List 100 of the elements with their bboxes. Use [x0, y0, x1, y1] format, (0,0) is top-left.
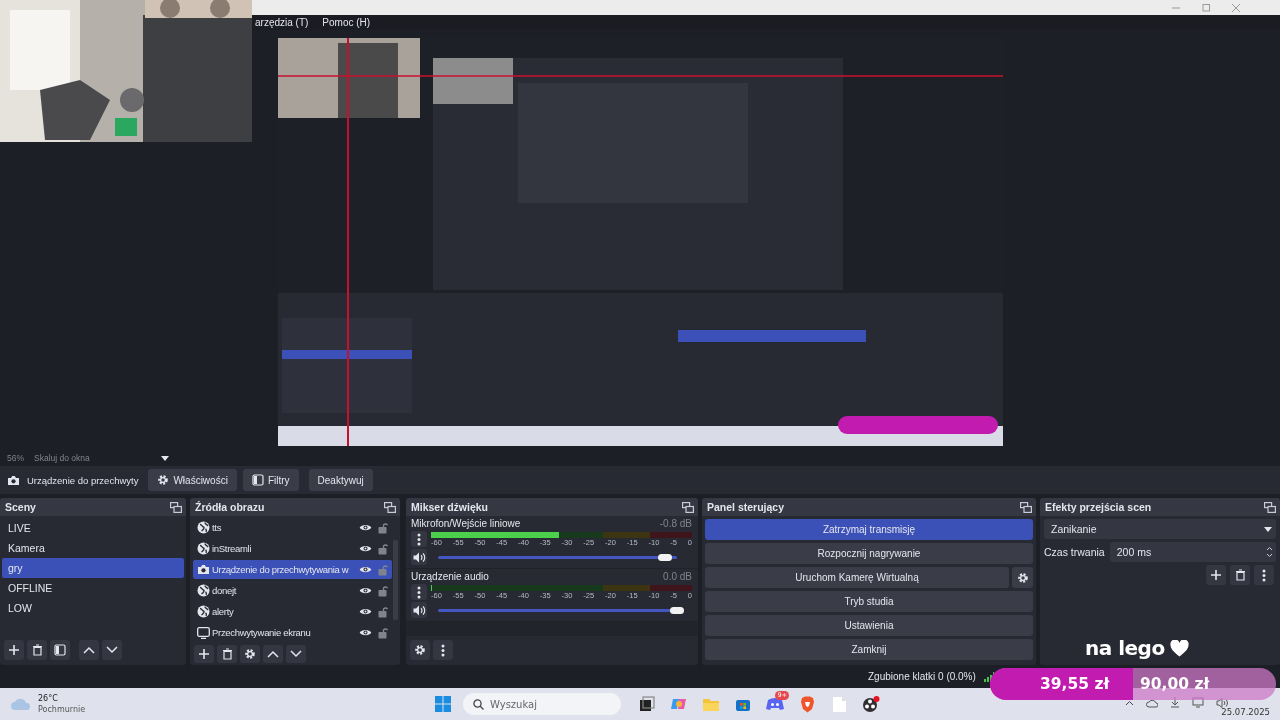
zoom-dropdown[interactable]: Skaluj do okna [34, 453, 169, 463]
signal-icon [983, 671, 994, 682]
move-up-button[interactable] [79, 640, 99, 660]
scrollbar[interactable] [393, 540, 398, 620]
channel-menu-button[interactable] [411, 584, 427, 600]
unlocked-icon[interactable] [378, 542, 388, 555]
start-icon[interactable] [435, 696, 451, 712]
window-stack-icon [639, 696, 655, 712]
move-down-button[interactable] [102, 640, 122, 660]
control-button[interactable]: Zatrzymaj transmisję [705, 519, 1033, 540]
properties-button[interactable] [240, 645, 260, 663]
remove-button[interactable] [27, 640, 47, 660]
clock-date: 25.07.2025 [1221, 707, 1270, 717]
eye-icon[interactable] [359, 628, 372, 637]
move-down-button[interactable] [286, 645, 306, 663]
network-icon[interactable] [1192, 697, 1204, 708]
gear-icon [1016, 571, 1029, 584]
control-button[interactable]: Tryb studia [705, 591, 1033, 612]
chevron-up-icon[interactable] [1125, 699, 1134, 706]
chevron-down-icon [106, 646, 118, 654]
menu-item[interactable]: arzędzia (T) [255, 17, 309, 28]
remove-button[interactable] [217, 645, 237, 663]
toolbar-button[interactable]: Filtry [242, 469, 299, 491]
move-up-button[interactable] [263, 645, 283, 663]
goal-target: 90,00 zł [1140, 674, 1210, 695]
control-button[interactable]: Uruchom Kamerę Wirtualną [705, 567, 1009, 588]
control-button[interactable]: Ustawienia [705, 615, 1033, 636]
trash-icon [31, 644, 43, 656]
more-icon [441, 643, 445, 657]
document-icon [831, 695, 847, 713]
heart-icon [1169, 639, 1189, 657]
float-icon[interactable] [682, 501, 694, 513]
duration-label: Czas trwania [1044, 546, 1105, 558]
filters-button[interactable] [50, 640, 70, 660]
control-button[interactable]: Zamknij [705, 639, 1033, 660]
eye-icon[interactable] [359, 607, 372, 616]
download-icon[interactable] [1170, 697, 1180, 708]
float-icon[interactable] [384, 501, 396, 513]
add-button[interactable] [4, 640, 24, 660]
toolbar-button[interactable]: Deaktywuj [308, 469, 373, 491]
eye-icon[interactable] [359, 565, 372, 574]
source-item[interactable]: tts [193, 518, 392, 537]
menu-button[interactable] [1254, 565, 1274, 585]
source-item[interactable]: Przechwytywanie ekranu [193, 623, 392, 642]
source-item[interactable]: inStreamli [193, 539, 392, 558]
remove-button[interactable] [1230, 565, 1250, 585]
add-button[interactable] [194, 645, 214, 663]
unlocked-icon[interactable] [378, 605, 388, 618]
slider-thumb[interactable] [670, 606, 684, 614]
source-item[interactable]: alerty [193, 602, 392, 621]
scene-item[interactable]: Kamera [2, 538, 184, 558]
unlocked-icon[interactable] [378, 584, 388, 597]
eye-icon[interactable] [359, 586, 372, 595]
search-field[interactable]: Wyszukaj [463, 693, 621, 715]
channel-menu-button[interactable] [411, 531, 427, 547]
volume-icon[interactable] [1216, 697, 1228, 708]
filter-icon [251, 474, 264, 486]
add-button[interactable] [1206, 565, 1226, 585]
spinner-icon [1266, 546, 1273, 558]
menu-item[interactable]: Pomoc (H) [322, 17, 371, 28]
chevron-up-icon [83, 646, 95, 654]
scene-item[interactable]: OFFLINE [2, 578, 184, 598]
camera-icon [197, 564, 210, 575]
duration-field[interactable]: 200 ms [1109, 542, 1276, 562]
swirl-icon [670, 696, 688, 712]
eye-icon[interactable] [359, 544, 372, 553]
unlocked-icon[interactable] [378, 521, 388, 534]
globe-icon [197, 542, 210, 555]
unlocked-icon[interactable] [378, 626, 388, 639]
source-item[interactable]: donejt [193, 581, 392, 600]
channel-name: Urządzenie audio [411, 571, 489, 582]
float-icon[interactable] [1020, 501, 1032, 513]
slider-thumb[interactable] [658, 553, 673, 561]
eye-icon[interactable] [359, 523, 372, 532]
panel-title: Panel sterujący [707, 501, 785, 513]
control-button[interactable]: Rozpocznij nagrywanie [705, 543, 1033, 564]
transition-dropdown[interactable]: Zanikanie [1044, 519, 1276, 539]
cloud-icon [10, 697, 32, 711]
weather-temperature: 26°C [38, 693, 59, 704]
mixer-settings-button[interactable] [410, 640, 430, 660]
more-icon [417, 585, 421, 599]
gear-icon [244, 648, 256, 660]
search-icon [473, 698, 484, 710]
cloud-icon[interactable] [1146, 697, 1158, 708]
volume-reading: 0.0 dB [663, 571, 692, 582]
mixer-menu-button[interactable] [433, 640, 453, 660]
speaker-icon [412, 604, 426, 616]
virtual-camera-settings-button[interactable] [1012, 567, 1033, 588]
add-icon [8, 644, 20, 656]
panel-title: Sceny [5, 501, 36, 513]
float-icon[interactable] [170, 501, 182, 513]
float-icon[interactable] [1264, 501, 1276, 513]
scene-item[interactable]: LOW [2, 598, 184, 618]
source-item[interactable]: Urządzenie do przechwytywania w [193, 560, 392, 579]
toolbar-button[interactable]: Właściwości [148, 469, 237, 491]
mute-button[interactable] [411, 549, 427, 565]
caret-icon [161, 455, 169, 461]
mute-button[interactable] [411, 602, 427, 618]
scene-item[interactable]: gry [2, 558, 184, 578]
scene-item[interactable]: LIVE [2, 518, 184, 538]
